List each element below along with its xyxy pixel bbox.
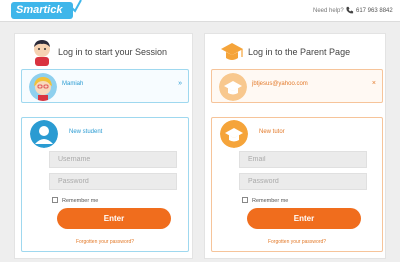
student-panel-header: Log in to start your Session <box>15 34 192 68</box>
boy-avatar-icon <box>34 40 50 66</box>
logo-checkmark-icon <box>70 0 82 13</box>
parent-password-input[interactable] <box>239 173 367 190</box>
saved-student-account[interactable]: Mamiah » <box>21 69 189 103</box>
smartick-logo[interactable]: Smartick <box>11 0 82 19</box>
student-account-arrow[interactable]: » <box>178 80 182 87</box>
phone-number: 617 963 8842 <box>356 8 393 14</box>
parent-panel-header: Log in to the Parent Page <box>205 34 385 68</box>
remember-checkbox[interactable] <box>242 197 248 203</box>
remember-label: Remember me <box>252 198 289 204</box>
username-input[interactable] <box>49 151 177 168</box>
top-bar: Smartick Need help? 617 963 8842 <box>0 0 400 22</box>
new-tutor-form: New tutor Remember me Enter Forgotten yo… <box>211 117 383 252</box>
new-student-form: New student Remember me Enter Forgotten … <box>21 117 189 252</box>
parent-login-panel: Log in to the Parent Page jbtjesus@yahoo… <box>204 33 386 259</box>
new-tutor-label: New tutor <box>259 129 285 135</box>
graduation-cap-icon <box>220 120 248 148</box>
parent-enter-button[interactable]: Enter <box>247 208 361 229</box>
student-login-panel: Log in to start your Session Mamiah » Ne… <box>14 33 193 259</box>
student-remember-me[interactable]: Remember me <box>52 197 98 205</box>
new-student-label: New student <box>69 129 103 135</box>
student-forgot-password-link[interactable]: Forgotten your password? <box>22 239 188 245</box>
remember-checkbox[interactable] <box>52 197 58 203</box>
parent-account-email: jbtjesus@yahoo.com <box>252 81 308 87</box>
graduation-cap-icon <box>219 73 247 101</box>
user-silhouette-icon <box>30 120 58 148</box>
remove-account-button[interactable]: × <box>372 80 376 87</box>
parent-panel-title: Log in to the Parent Page <box>248 47 351 57</box>
remember-label: Remember me <box>62 198 99 204</box>
need-help-label[interactable]: Need help? <box>313 8 344 14</box>
student-enter-button[interactable]: Enter <box>57 208 171 229</box>
student-password-input[interactable] <box>49 173 177 190</box>
girl-avatar-icon <box>29 73 57 101</box>
graduation-cap-icon <box>221 43 243 60</box>
email-input[interactable] <box>239 151 367 168</box>
student-account-name: Mamiah <box>62 81 84 87</box>
phone-icon <box>346 6 354 14</box>
student-panel-title: Log in to start your Session <box>58 47 168 57</box>
parent-forgot-password-link[interactable]: Forgotten your password? <box>212 239 382 245</box>
logo-text: Smartick <box>16 4 63 16</box>
parent-remember-me[interactable]: Remember me <box>242 197 288 205</box>
saved-parent-account[interactable]: jbtjesus@yahoo.com × <box>211 69 383 103</box>
